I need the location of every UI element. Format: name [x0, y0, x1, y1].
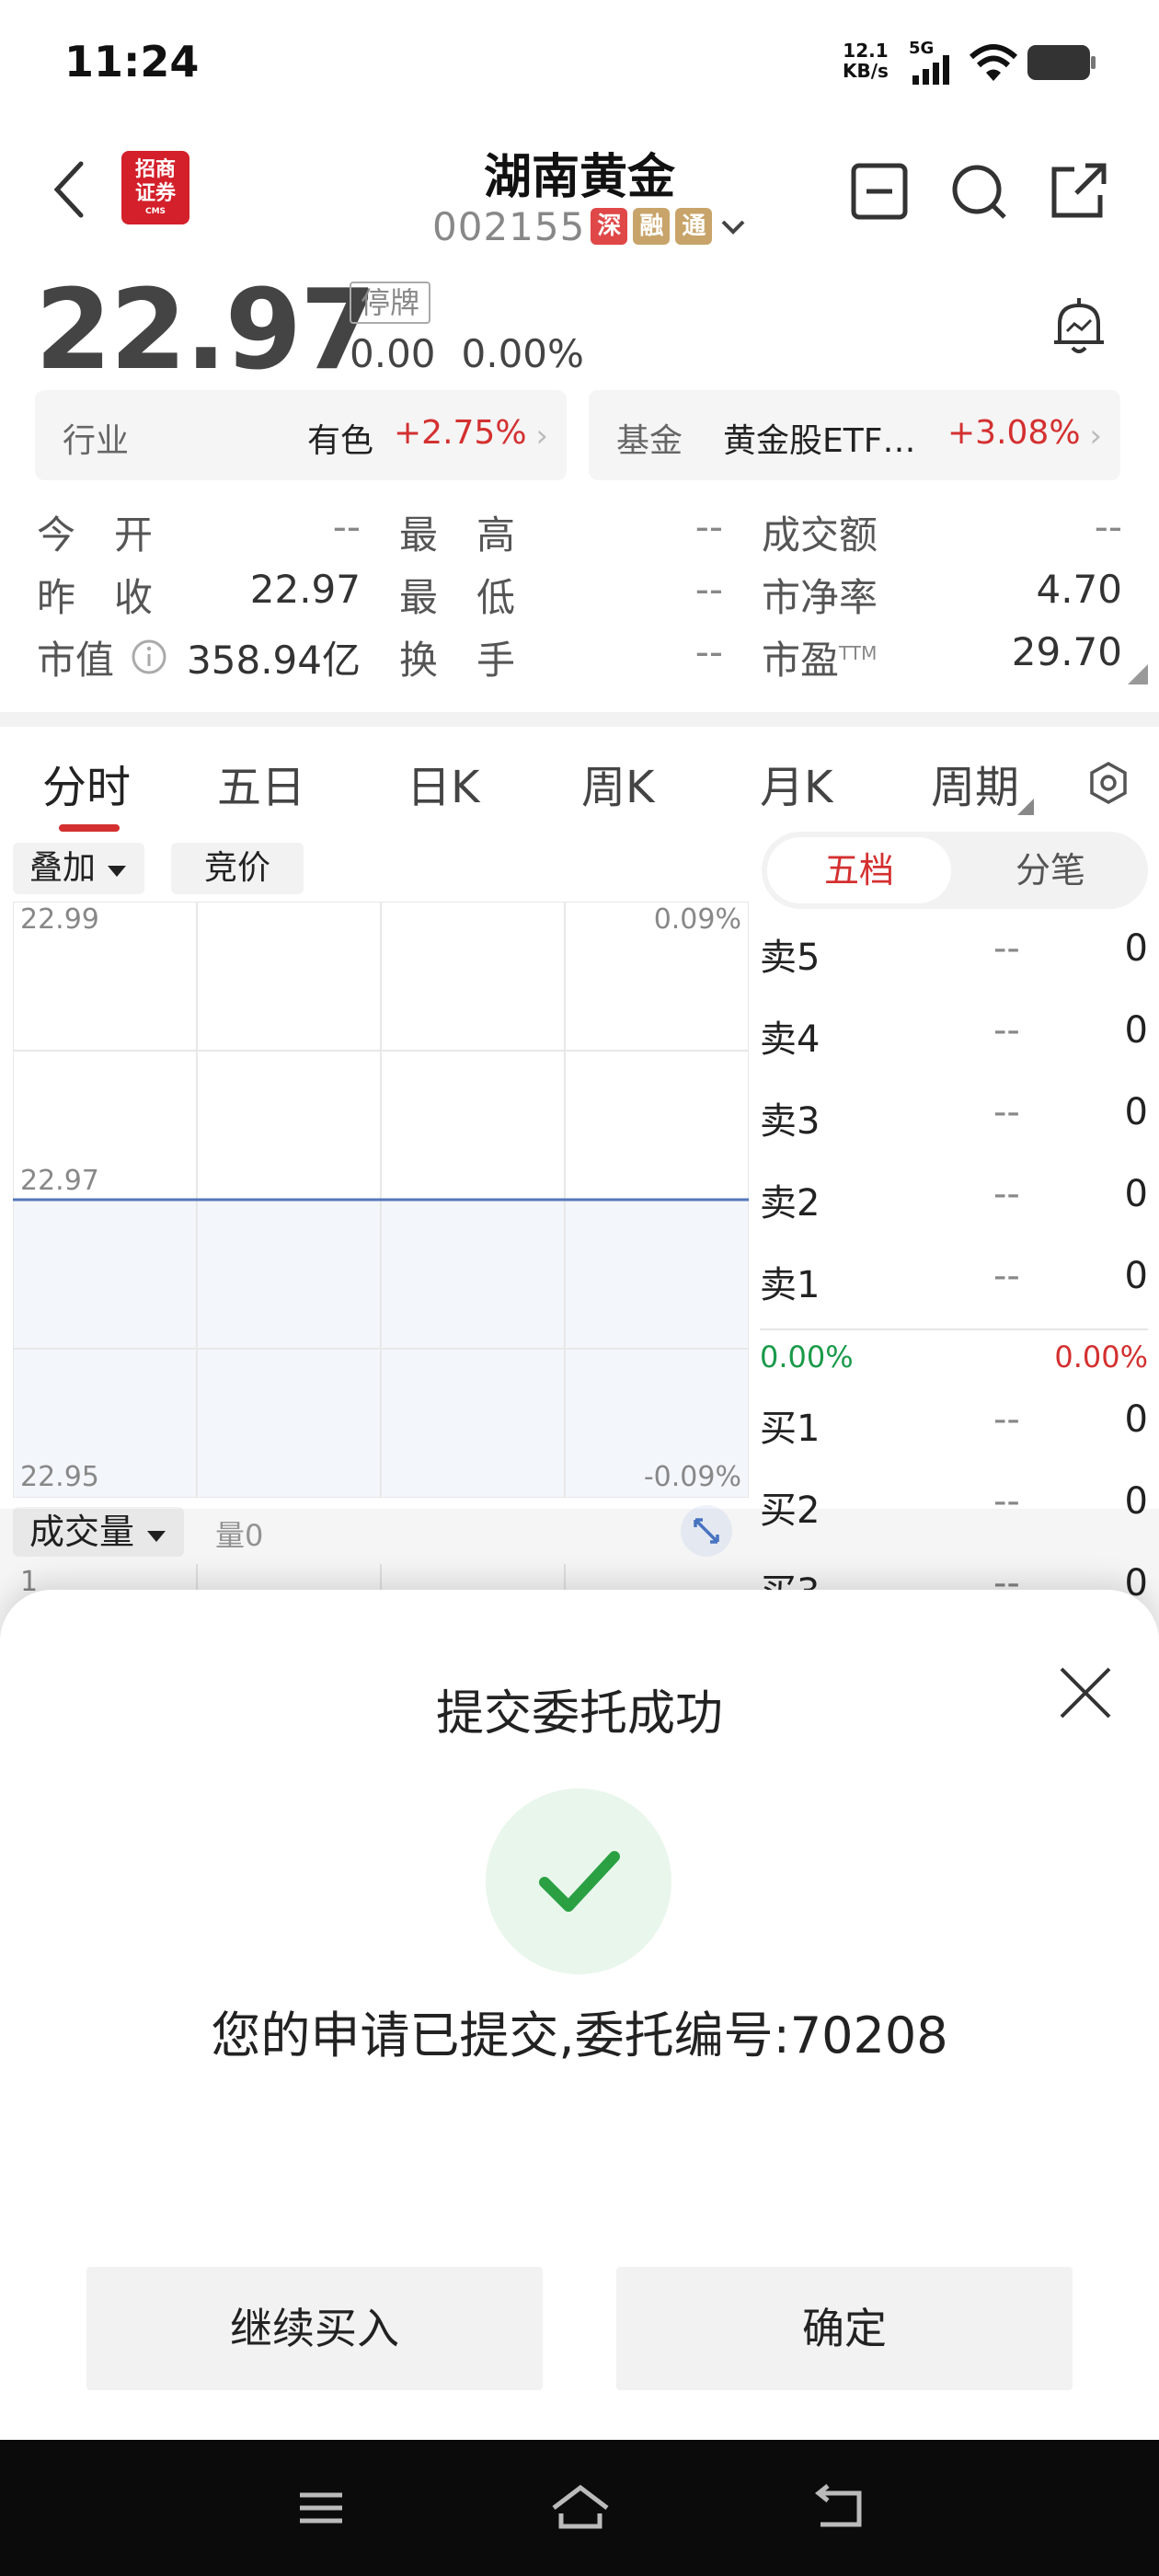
stock-code: 002155	[432, 203, 586, 249]
bid-pct: 0.00%	[760, 1340, 854, 1374]
caret-down-icon	[108, 866, 127, 877]
confirm-button[interactable]: 确定	[616, 2267, 1073, 2390]
amount-label: 成交额	[762, 512, 878, 558]
order-success-sheet: 提交委托成功 您的申请已提交,委托编号:70208 继续买入 确定	[0, 1590, 1159, 2441]
alert-bell-icon[interactable]	[1047, 294, 1111, 359]
battery-icon	[1027, 45, 1096, 80]
pe-ttm: TTM	[839, 642, 878, 664]
pct-label-high: 0.09%	[653, 903, 741, 936]
orderbook-divider	[760, 1328, 1148, 1330]
pct-label-low: -0.09%	[643, 1461, 741, 1493]
ask-row: 卖2 -- 0	[760, 1173, 1148, 1225]
section-divider	[0, 712, 1159, 727]
speed-value: 12.1	[843, 40, 889, 62]
ask-row: 卖3 -- 0	[760, 1091, 1148, 1143]
share-icon[interactable]	[1049, 162, 1107, 221]
menu-icon[interactable]	[289, 2480, 353, 2536]
fund-card[interactable]: 基金 黄金股ETF… +3.08% ›	[589, 390, 1120, 480]
pe-label: 市盈TTM	[762, 638, 878, 683]
success-badge	[486, 1788, 671, 1974]
settings-icon[interactable]	[1085, 760, 1131, 806]
prev-close-label: 昨 收	[37, 575, 154, 620]
corner-triangle-icon[interactable]	[1128, 664, 1148, 684]
continue-buy-button[interactable]: 继续买入	[86, 2267, 543, 2390]
pb-label: 市净率	[762, 575, 878, 620]
wifi-icon	[969, 44, 1018, 81]
last-price: 22.97	[35, 267, 377, 395]
chevron-right-icon: ›	[535, 418, 548, 454]
turnover-value: --	[694, 629, 723, 674]
minus-square-icon[interactable]	[850, 162, 909, 221]
high-label: 最 高	[399, 512, 516, 558]
ask-row: 卖1 -- 0	[760, 1255, 1148, 1306]
change-pct: 0.00%	[461, 331, 584, 376]
overlay-dropdown[interactable]: 叠加	[13, 843, 145, 894]
network-speed: 12.1 KB/s	[843, 40, 889, 81]
prev-close-value: 22.97	[249, 567, 361, 612]
tab-intraday[interactable]: 分时	[42, 751, 131, 815]
active-tab-indicator	[59, 824, 120, 832]
speed-unit: KB/s	[843, 60, 889, 82]
low-value: --	[694, 567, 723, 612]
status-bar: 11:24 12.1 KB/s 5G	[0, 0, 1159, 125]
y-label-mid: 22.97	[20, 1165, 99, 1197]
back-nav-icon[interactable]	[806, 2480, 870, 2536]
connect-tag: 通	[675, 208, 713, 245]
tab-daily-k[interactable]: 日K	[407, 751, 479, 815]
bid-row: 买1 -- 0	[760, 1398, 1148, 1450]
industry-card[interactable]: 行业 有色 +2.75% ›	[35, 390, 567, 480]
chevron-right-icon: ›	[1089, 418, 1102, 454]
orderbook-toggle: 五档 分笔	[762, 832, 1148, 909]
sheet-title: 提交委托成功	[435, 1686, 723, 1742]
market-tag: 深	[591, 208, 628, 245]
mcap-label: 市值	[37, 638, 115, 683]
fund-name: 黄金股ETF…	[723, 422, 916, 460]
ask-row: 卖4 -- 0	[760, 1009, 1148, 1061]
open-label: 今 开	[37, 512, 154, 558]
home-icon[interactable]	[548, 2480, 613, 2536]
tab-monthly-k[interactable]: 月K	[760, 751, 832, 815]
fund-label: 基金	[616, 422, 683, 460]
clock: 11:24	[64, 37, 200, 86]
change-value: 0.00	[350, 331, 436, 376]
intraday-chart[interactable]	[13, 902, 749, 1498]
margin-tag: 融	[633, 208, 671, 245]
stock-header: 招商 证券 CMS 湖南黄金 002155 深 融 通	[0, 125, 1159, 263]
industry-pct: +2.75%	[394, 414, 527, 452]
chevron-down-icon[interactable]	[717, 211, 749, 242]
tab-tick[interactable]: 分笔	[958, 837, 1142, 903]
signal-icon	[912, 55, 949, 85]
checkmark-icon	[539, 1851, 620, 1912]
period-triangle-icon	[1017, 799, 1034, 815]
tab-five-level[interactable]: 五档	[767, 837, 951, 903]
search-icon[interactable]	[949, 162, 1008, 221]
pe-value: 29.70	[1011, 629, 1122, 674]
low-label: 最 低	[399, 575, 516, 620]
tab-weekly-k[interactable]: 周K	[581, 751, 654, 815]
open-value: --	[332, 504, 361, 549]
high-value: --	[694, 504, 723, 549]
amount-value: --	[1094, 504, 1122, 549]
system-nav-bar	[0, 2440, 1159, 2576]
y-label-low: 22.95	[20, 1461, 99, 1493]
tab-period[interactable]: 周期	[931, 751, 1019, 815]
industry-name: 有色	[307, 422, 374, 460]
mcap-value: 358.94亿	[187, 638, 361, 683]
y-label-high: 22.99	[20, 903, 99, 936]
info-icon[interactable]	[131, 638, 167, 675]
stock-code-row[interactable]: 002155 深 融 通	[432, 201, 749, 252]
price-change: 0.00 0.00%	[350, 331, 610, 376]
halt-badge: 停牌	[350, 282, 431, 324]
fund-pct: +3.08%	[947, 414, 1081, 452]
turnover-label: 换 手	[399, 638, 516, 683]
pb-value: 4.70	[1036, 567, 1122, 612]
industry-label: 行业	[63, 422, 130, 460]
ask-pct: 0.00%	[1054, 1340, 1148, 1374]
tab-five-day[interactable]: 五日	[217, 751, 305, 815]
auction-button[interactable]: 竞价	[171, 843, 304, 894]
close-icon[interactable]	[1056, 1663, 1115, 1722]
success-message: 您的申请已提交,委托编号:70208	[211, 2007, 948, 2064]
ask-row: 卖5 -- 0	[760, 927, 1148, 979]
